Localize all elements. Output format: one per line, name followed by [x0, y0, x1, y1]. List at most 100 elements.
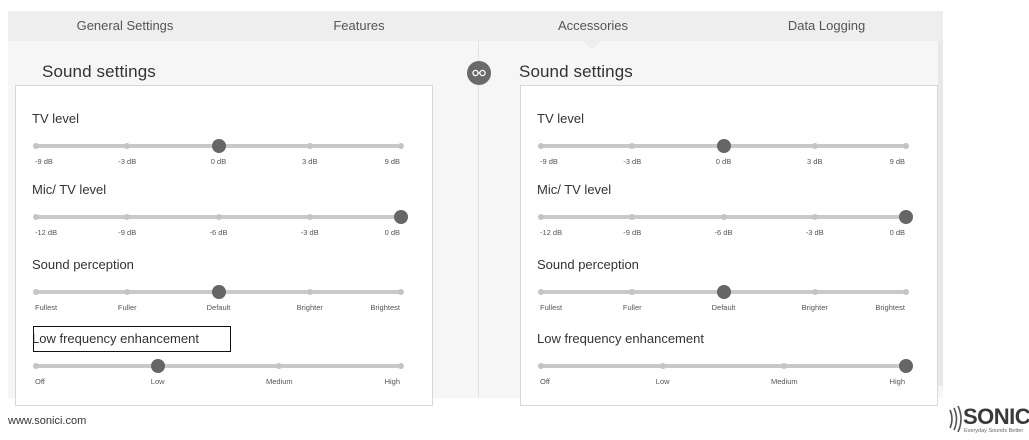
tab-general-settings[interactable]: General Settings: [8, 11, 242, 41]
slider-tick-label: 3 dB: [807, 157, 823, 166]
right-settings-card: TV level -9 dB -3 dB 0 dB 3 dB 9 dB Mic/ TV le…: [520, 85, 938, 406]
slider-tick-label: Fuller: [117, 303, 137, 312]
slider-tick[interactable]: [903, 289, 909, 295]
sound-waves-icon: [949, 406, 962, 432]
slider-tick[interactable]: [276, 363, 283, 369]
logo-wordmark: SONIC: [963, 404, 1029, 429]
column-divider: [478, 41, 479, 398]
slider-thumb[interactable]: [150, 359, 165, 373]
setting-slider[interactable]: [33, 139, 404, 153]
slider-tick-label: -9 dB: [540, 157, 558, 166]
tab-features[interactable]: Features: [242, 11, 476, 41]
slider-tick[interactable]: [398, 363, 404, 369]
slider-tick[interactable]: [538, 214, 544, 220]
slider-tick[interactable]: [33, 143, 39, 149]
slider-tick-label: 0 dB: [715, 157, 732, 166]
setting-label: Mic/ TV level: [537, 182, 612, 197]
slider-thumb[interactable]: [394, 210, 408, 224]
setting-slider[interactable]: [538, 210, 913, 224]
slider-tick-label: 9 dB: [384, 157, 400, 166]
slider-tick-label: Brightest: [875, 303, 905, 312]
slider-thumb[interactable]: [211, 139, 226, 153]
slider-tick-label: Off: [35, 377, 45, 386]
slider-tick[interactable]: [538, 289, 544, 295]
slider-tick[interactable]: [124, 289, 131, 295]
slider-tick-label: -6 dB: [209, 228, 228, 237]
link-sides-button[interactable]: [467, 61, 491, 85]
slider-tick[interactable]: [398, 143, 404, 149]
slider-tick[interactable]: [124, 214, 131, 220]
slider-tick-label: Medium: [265, 377, 293, 386]
slider-tick[interactable]: [124, 143, 131, 149]
slider-tick[interactable]: [398, 289, 404, 295]
slider-tick-label: -3 dB: [623, 157, 642, 166]
slider-tick[interactable]: [306, 214, 313, 220]
slider-tick[interactable]: [811, 143, 818, 149]
slider-tick[interactable]: [33, 214, 39, 220]
slider-tick-label: Brightest: [370, 303, 400, 312]
setting-slider[interactable]: [538, 139, 909, 153]
slider-tick-label: High: [384, 377, 400, 386]
setting-label: Low frequency enhancement: [537, 331, 704, 346]
slider-tick-label: Low: [655, 377, 670, 386]
slider-tick[interactable]: [33, 289, 39, 295]
slider-tick[interactable]: [538, 143, 544, 149]
slider-tick-label: Fullest: [35, 303, 58, 312]
slider-tick[interactable]: [215, 214, 222, 220]
slider-tick-label: -3 dB: [300, 228, 319, 237]
slider-tick[interactable]: [538, 363, 544, 369]
slider-tick-label: Brighter: [801, 303, 828, 312]
setting-label: Sound perception: [32, 257, 134, 272]
slider-tick-label: 0 dB: [889, 228, 905, 237]
slider-tick-label: -6 dB: [714, 228, 733, 237]
slider-tick-label: -3 dB: [805, 228, 824, 237]
slider-thumb[interactable]: [899, 210, 913, 224]
slider-tick[interactable]: [306, 143, 313, 149]
slider-thumb[interactable]: [716, 285, 731, 299]
setting-slider[interactable]: [33, 210, 408, 224]
setting-slider[interactable]: [538, 359, 913, 373]
sonic-logo: SONIC Everyday Sounds Better: [944, 404, 1029, 440]
tab-accessories[interactable]: Accessories: [476, 11, 710, 41]
slider-tick-label: -3 dB: [118, 157, 137, 166]
slider-tick-label: Off: [540, 377, 550, 386]
tab-data-logging[interactable]: Data Logging: [710, 11, 943, 41]
slider-tick-label: -9 dB: [118, 228, 137, 237]
slider-track: [541, 364, 906, 368]
slider-tick[interactable]: [811, 289, 818, 295]
active-tab-indicator: [583, 41, 601, 49]
setting-slider[interactable]: [33, 285, 404, 299]
slider-tick-label: Medium: [770, 377, 798, 386]
setting-slider[interactable]: [538, 285, 909, 299]
slider-tick-label: 0 dB: [384, 228, 400, 237]
slider-tick[interactable]: [306, 289, 313, 295]
slider-tick-label: -9 dB: [623, 228, 642, 237]
left-section-title: Sound settings: [42, 62, 156, 81]
slider-tick-label: Default: [206, 303, 231, 312]
setting-label: Mic/ TV level: [32, 182, 107, 197]
slider-tick[interactable]: [629, 289, 636, 295]
slider-thumb[interactable]: [716, 139, 731, 153]
slider-tick[interactable]: [33, 363, 39, 369]
footer-url[interactable]: www.sonici.com: [8, 415, 86, 427]
slider-thumb[interactable]: [211, 285, 226, 299]
slider-tick-label: 9 dB: [889, 157, 905, 166]
setting-label: Sound perception: [537, 257, 639, 272]
setting-label: TV level: [32, 111, 79, 126]
slider-tick[interactable]: [629, 143, 636, 149]
slider-tick[interactable]: [811, 214, 818, 220]
slider-tick-label: Low: [150, 377, 165, 386]
slider-tick[interactable]: [629, 214, 636, 220]
slider-tick[interactable]: [903, 143, 909, 149]
slider-thumb[interactable]: [899, 359, 913, 373]
setting-slider[interactable]: [33, 359, 404, 373]
panel-scroll-edge: [938, 41, 943, 386]
left-settings-card: TV level -9 dB -3 dB 0 dB 3 dB 9 dB Mic/ TV le…: [15, 85, 433, 406]
slider-tick-label: -12 dB: [35, 228, 58, 237]
slider-tick-label: -12 dB: [540, 228, 563, 237]
low-frequency-highlight: [33, 326, 231, 352]
slider-tick-label: Fullest: [540, 303, 563, 312]
slider-tick[interactable]: [659, 363, 666, 369]
slider-tick[interactable]: [781, 363, 788, 369]
slider-tick[interactable]: [720, 214, 727, 220]
